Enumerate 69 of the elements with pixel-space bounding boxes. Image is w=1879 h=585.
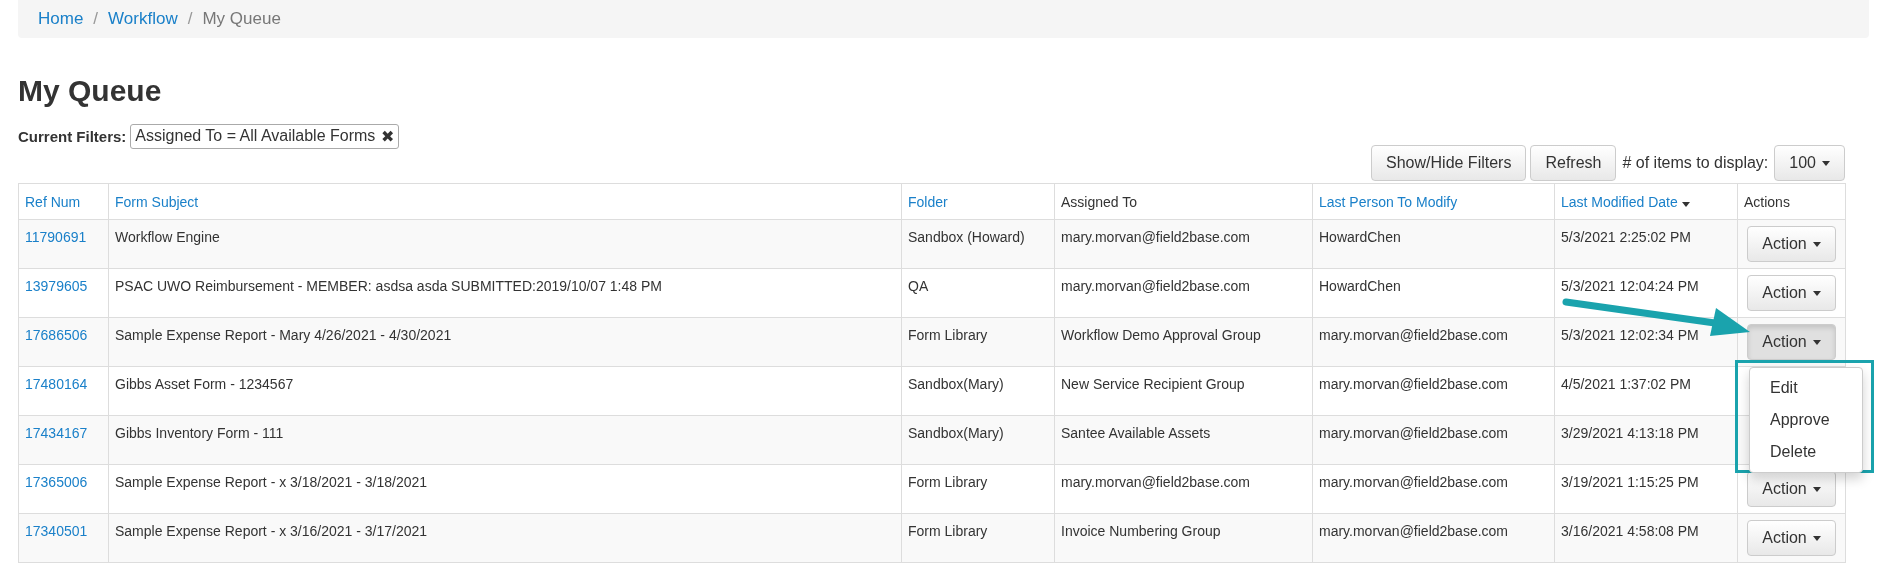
table-cell-text: Form Library (908, 326, 989, 343)
table-cell-text: Sandbox(Mary) (908, 424, 1005, 441)
action-button[interactable]: Action (1747, 324, 1836, 360)
sortable-column-header[interactable]: Ref Num (18, 183, 109, 220)
toolbar-button[interactable]: Show/Hide Filters (1371, 145, 1527, 181)
table-cell-text: 5/3/2021 12:02:34 PM (1561, 326, 1700, 343)
toolbar-button[interactable]: Refresh (1530, 145, 1617, 181)
table-cell-text: Sandbox(Mary) (908, 375, 1005, 392)
remove-filter-button[interactable]: ✖ (381, 127, 395, 146)
table-cell-text: Invoice Numbering Group (1061, 522, 1222, 539)
table-cell-text: 4/5/2021 1:37:02 PM (1561, 375, 1692, 392)
page-title: My Queue (18, 74, 163, 108)
table-cell-text: HowardChen (1319, 277, 1402, 294)
table-cell-text: Workflow Engine (115, 228, 221, 245)
column-header: Actions (1737, 183, 1846, 220)
breadcrumb-separator: / (93, 9, 99, 29)
table-cell-text: 5/3/2021 2:25:02 PM (1561, 228, 1692, 245)
current-page-label: My Queue (202, 9, 281, 29)
table-cell-text: QA (908, 277, 930, 294)
sortable-column-header[interactable]: Folder (901, 183, 1055, 220)
table-cell-text: Form Library (908, 522, 989, 539)
table-cell-text: 3/16/2021 4:58:08 PM (1561, 522, 1700, 539)
breadcrumb-link[interactable]: Workflow (108, 9, 178, 29)
action-button[interactable]: Action (1747, 471, 1836, 507)
column-header: Assigned To (1054, 183, 1313, 220)
sortable-column-header[interactable]: Last Person To Modify (1312, 183, 1555, 220)
sortable-column-header[interactable]: Form Subject (108, 183, 902, 220)
caret-icon (1812, 486, 1821, 492)
breadcrumb-separator: / (187, 9, 193, 29)
caret-icon (1812, 339, 1821, 345)
caret-icon (1812, 290, 1821, 296)
table-cell-text: 3/19/2021 1:15:25 PM (1561, 473, 1700, 490)
table-cell-text: Sample Expense Report - Mary 4/26/2021 - 4/30/2021 (115, 326, 453, 343)
caret-icon (1812, 535, 1821, 541)
menu-item[interactable]: Delete (1750, 436, 1862, 468)
table-cell-text: Workflow Demo Approval Group (1061, 326, 1262, 343)
table-cell-text: mary.morvan@field2base.com (1319, 522, 1510, 539)
table-cell-text: mary.morvan@field2base.com (1319, 375, 1510, 392)
table-cell-text: mary.morvan@field2base.com (1061, 228, 1252, 245)
table-cell-text: Sandbox (Howard) (908, 228, 1026, 245)
items-display-label: # of items to display: (1622, 154, 1769, 172)
filter-text: Assigned To = All Available Forms (135, 127, 376, 146)
table-cell-text: 3/29/2021 4:13:18 PM (1561, 424, 1700, 441)
items-count-dropdown[interactable]: 100 (1774, 145, 1845, 181)
menu-item[interactable]: Approve (1750, 404, 1862, 436)
table-cell-text: mary.morvan@field2base.com (1319, 424, 1510, 441)
table-cell-text: Gibbs Inventory Form - 111 (115, 424, 285, 441)
action-button[interactable]: Action (1747, 275, 1836, 311)
table-cell-text: Sample Expense Report - x 3/16/2021 - 3/17/2021 (115, 522, 429, 539)
table-cell-text: mary.morvan@field2base.com (1319, 473, 1510, 490)
table-cell-text: Gibbs Asset Form - 1234567 (115, 375, 295, 392)
table-cell-text: mary.morvan@field2base.com (1061, 473, 1252, 490)
table-cell-text: Sample Expense Report - x 3/18/2021 - 3/18/2021 (115, 473, 429, 490)
action-button[interactable]: Action (1747, 226, 1836, 262)
caret-icon (1812, 241, 1821, 247)
menu-item[interactable]: Edit (1750, 372, 1862, 404)
table-cell-text: HowardChen (1319, 228, 1402, 245)
table-cell-text: PSAC UWO Reimbursement - MEMBER: asdsa asda SUBMITTED:2019/10/07 1:48 PM (115, 277, 663, 294)
table-cell-text: Santee Available Assets (1061, 424, 1212, 441)
table-cell-text: New Service Recipient Group (1061, 375, 1246, 392)
filters-label: Current Filters: (18, 128, 127, 145)
table-cell-text: Form Library (908, 473, 989, 490)
breadcrumb-link[interactable]: Home (38, 9, 84, 29)
caret-icon (1822, 160, 1830, 166)
table-cell-text: 5/3/2021 12:04:24 PM (1561, 277, 1700, 294)
table-cell-text: mary.morvan@field2base.com (1061, 277, 1252, 294)
sortable-column-header[interactable]: Last Modified Date (1554, 183, 1738, 220)
action-button[interactable]: Action (1747, 520, 1836, 556)
table-cell-text: mary.morvan@field2base.com (1319, 326, 1510, 343)
